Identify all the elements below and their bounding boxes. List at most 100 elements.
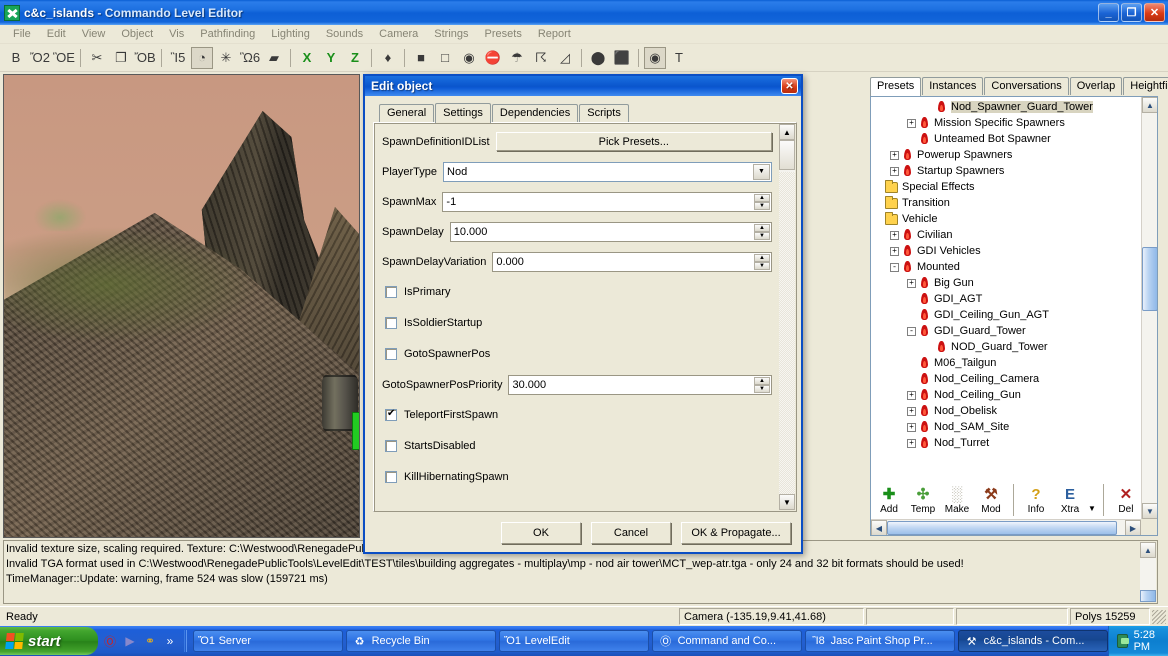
settings-scrollbar[interactable]: ▲ ▼ [779,124,795,510]
tree-item[interactable]: +Nod_Turret [871,435,1140,451]
menu-item-file[interactable]: File [5,26,39,42]
dialog-tab-dependencies[interactable]: Dependencies [492,104,578,122]
menu-item-sounds[interactable]: Sounds [318,26,371,42]
maximize-button[interactable]: ❐ [1121,3,1142,22]
presets-tree[interactable]: Nod_Spawner_Guard_Tower+Mission Specific… [871,97,1140,518]
checkbox-goto-spawner-pos[interactable] [385,348,397,360]
expand-icon[interactable]: + [907,279,916,288]
wireframe-cube-icon[interactable]: □ [434,47,456,69]
expand-icon[interactable]: + [907,423,916,432]
panel-tab-instances[interactable]: Instances [922,77,983,95]
camera-icon[interactable]: Ἲ5 [167,47,189,69]
ok-propagate-button[interactable]: OK & Propagate... [681,522,791,544]
tree-item[interactable]: Transition [871,195,1140,211]
log-scroll-up-icon[interactable]: ▲ [1140,542,1156,558]
select-player-type[interactable]: Nod▼ [443,162,772,182]
log-scroll-thumb[interactable] [1140,590,1156,602]
make-preset-button[interactable]: ░Make [940,484,974,515]
paste-icon[interactable]: ὌB [134,47,156,69]
expand-icon[interactable]: + [890,167,899,176]
tree-hscroll-thumb[interactable] [887,521,1117,535]
terrain-icon[interactable]: ▰ [263,47,285,69]
checkbox-row-kill-hibernating-spawn[interactable]: KillHibernatingSpawn [382,466,772,487]
spinner-down-icon[interactable]: ▼ [754,202,770,210]
mod-preset-button[interactable]: ⚒Mod [974,484,1008,515]
tree-item[interactable]: +Nod_Obelisk [871,403,1140,419]
xtra-dropdown-arrow-icon[interactable]: ▼ [1088,504,1096,513]
cut-icon[interactable]: ✂ [86,47,108,69]
scroll-right-icon[interactable]: ▶ [1125,520,1141,536]
pick-presets-button[interactable]: Pick Presets... [496,132,772,151]
checkbox-kill-hibernating-spawn[interactable] [385,471,397,483]
tree-item[interactable]: NOD_Guard_Tower [871,339,1140,355]
no-vis-icon[interactable]: ⛔ [482,47,504,69]
tree-item[interactable]: +Startup Spawners [871,163,1140,179]
pane-scroll-thumb[interactable] [779,140,795,170]
expand-icon[interactable]: + [890,231,899,240]
taskbar-item[interactable]: ⚒c&c_islands - Com... [958,630,1108,652]
menu-item-edit[interactable]: Edit [39,26,74,42]
expand-icon[interactable]: + [890,247,899,256]
spinner-goto-spawner-pos-priority[interactable]: ▲▼ [754,377,770,393]
panel-tab-overlap[interactable]: Overlap [1070,77,1123,95]
save-file-icon[interactable]: ὋE [53,47,75,69]
pane-scroll-track[interactable] [779,172,795,494]
taskbar-item[interactable]: Ἲ8Jasc Paint Shop Pr... [805,630,955,652]
taskbar-item[interactable]: ⓄCommand and Co... [652,630,802,652]
checkbox-row-is-soldier-startup[interactable]: IsSoldierStartup [382,312,772,333]
spinner-spawn-delay-variation[interactable]: ▲▼ [754,254,770,270]
vertex-color-icon[interactable]: ⬛ [611,47,633,69]
tree-item[interactable]: +GDI Vehicles [871,243,1140,259]
network-icon[interactable]: ⚭ [142,633,158,649]
new-file-icon[interactable]: ὜B [5,47,27,69]
teapot-icon[interactable]: ◔ [191,47,213,69]
menu-item-vis[interactable]: Vis [161,26,192,42]
tree-item[interactable]: Vehicle [871,211,1140,227]
pane-scroll-down-icon[interactable]: ▼ [779,494,795,510]
panel-tab-presets[interactable]: Presets [870,77,921,96]
spinner-down-icon[interactable]: ▼ [754,232,770,240]
object-color-icon[interactable]: ⬤ [587,47,609,69]
menu-item-lighting[interactable]: Lighting [263,26,318,42]
spinner-up-icon[interactable]: ▲ [754,224,770,232]
tree-item[interactable]: GDI_AGT [871,291,1140,307]
taskbar-item[interactable]: ♻Recycle Bin [346,630,496,652]
presets-tree-container[interactable]: Nod_Spawner_Guard_Tower+Mission Specific… [870,96,1158,536]
collapse-icon[interactable]: - [907,327,916,336]
expand-icon[interactable]: + [907,119,916,128]
expand-icon[interactable]: + [907,439,916,448]
tree-item[interactable]: +Civilian [871,227,1140,243]
spinner-down-icon[interactable]: ▼ [754,385,770,393]
menu-item-presets[interactable]: Presets [477,26,530,42]
tree-vertical-scrollbar[interactable]: ▲ ▼ [1141,97,1157,519]
tree-item[interactable]: M06_Tailgun [871,355,1140,371]
solid-cube-icon[interactable]: ■ [410,47,432,69]
vis-eye-icon[interactable]: ◉ [458,47,480,69]
input-spawn-delay[interactable]: 10.000▲▼ [450,222,772,242]
minimize-button[interactable]: _ [1098,3,1119,22]
chevron-down-icon[interactable]: ▼ [753,164,770,180]
checkbox-row-teleport-first-spawn[interactable]: TeleportFirstSpawn [382,404,772,425]
axis-y-button[interactable]: Y [320,47,342,69]
taskbar-item[interactable]: Ὄ1LevelEdit [499,630,649,652]
tree-item[interactable]: +Big Gun [871,275,1140,291]
close-button[interactable]: ✕ [1144,3,1165,22]
angle-icon[interactable]: ◿ [554,47,576,69]
spinner-spawn-max[interactable]: ▲▼ [754,194,770,210]
spinner-up-icon[interactable]: ▲ [754,194,770,202]
input-spawn-delay-variation[interactable]: 0.000▲▼ [492,252,772,272]
menu-item-view[interactable]: View [74,26,114,42]
pane-scroll-up-icon[interactable]: ▲ [779,124,795,140]
tree-item[interactable]: Nod_Ceiling_Camera [871,371,1140,387]
menu-item-report[interactable]: Report [530,26,579,42]
more-chevron-icon[interactable]: » [162,633,178,649]
copy-icon[interactable]: ❐ [110,47,132,69]
menu-item-strings[interactable]: Strings [426,26,476,42]
panel-tab-conversations[interactable]: Conversations [984,77,1068,95]
tree-item[interactable]: -GDI_Guard_Tower [871,323,1140,339]
checkbox-is-soldier-startup[interactable] [385,317,397,329]
dialog-tab-general[interactable]: General [379,104,434,122]
cancel-button[interactable]: Cancel [591,522,671,544]
scroll-up-icon[interactable]: ▲ [1142,97,1158,113]
spinner-up-icon[interactable]: ▲ [754,377,770,385]
